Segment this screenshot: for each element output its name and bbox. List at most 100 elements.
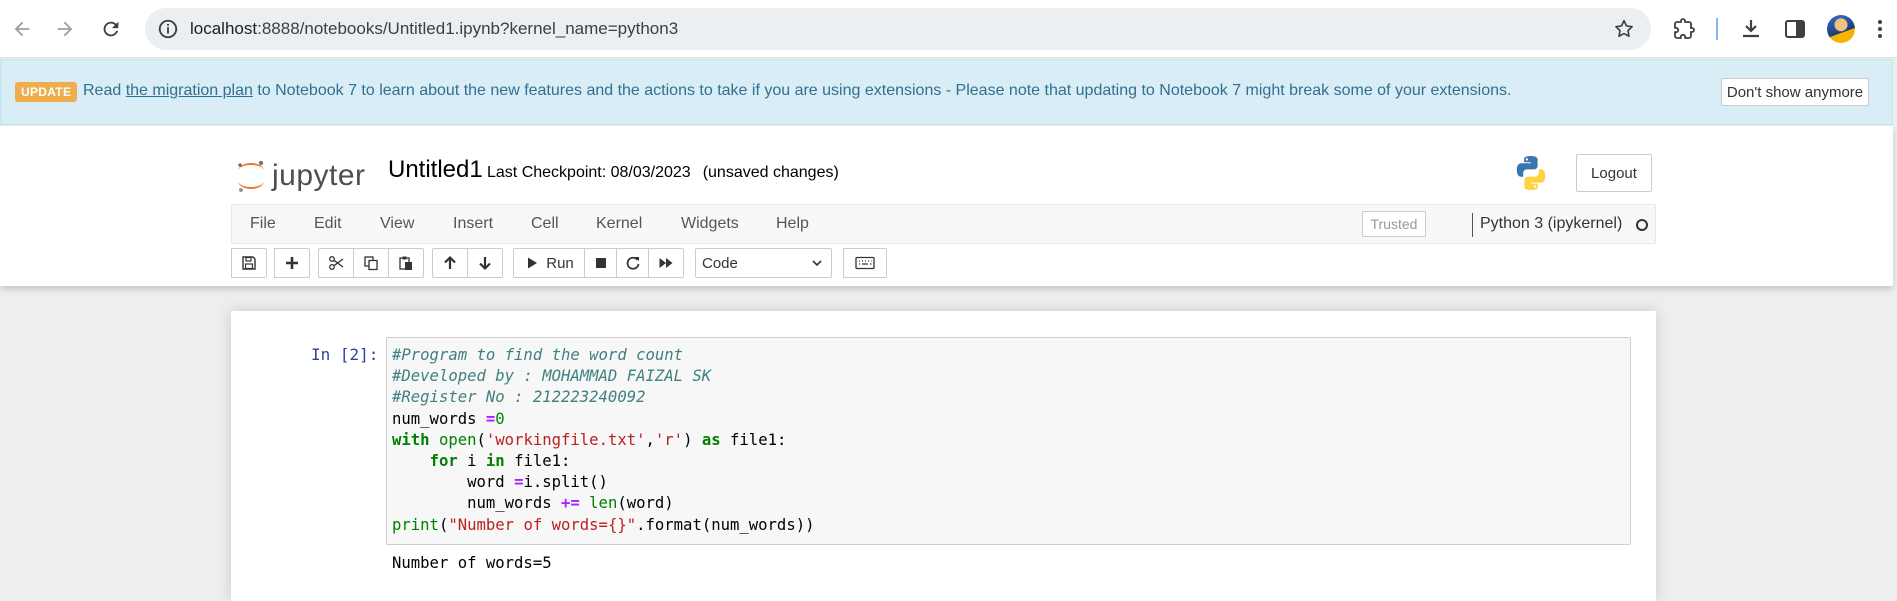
- dont-show-anymore-button[interactable]: Don't show anymore: [1721, 78, 1869, 106]
- cell-input-prompt: In [2]:: [311, 345, 379, 364]
- move-up-button[interactable]: [432, 248, 468, 278]
- side-panel-button[interactable]: [1781, 15, 1809, 43]
- jupyter-logo-text: jupyter: [272, 159, 366, 192]
- run-label: Run: [546, 254, 574, 272]
- chevron-down-icon: [812, 260, 822, 267]
- python-logo-icon: [1516, 156, 1546, 190]
- code-line: #Register No : 212223240092: [392, 388, 646, 407]
- downloads-button[interactable]: [1737, 15, 1765, 43]
- code-line: with open('workingfile.txt','r') as file…: [392, 430, 787, 449]
- notebook-header: jupyter Untitled1 Last Checkpoint: 08/03…: [0, 126, 1893, 286]
- insert-cell-button[interactable]: [274, 248, 310, 278]
- forward-arrow-icon: [57, 21, 73, 37]
- toolbar-divider: [1716, 18, 1718, 40]
- move-down-button[interactable]: [467, 248, 503, 278]
- code-line: word =i.split(): [392, 473, 608, 492]
- run-group: Run: [513, 248, 684, 278]
- menu-bar: File Edit View Insert Cell Kernel Widget…: [231, 204, 1656, 244]
- browser-menu-button[interactable]: [1866, 15, 1894, 43]
- back-button[interactable]: [7, 14, 37, 44]
- menu-insert[interactable]: Insert: [453, 215, 493, 233]
- code-content[interactable]: #Program to find the word count #Develop…: [392, 345, 815, 536]
- reload-button[interactable]: [96, 14, 126, 44]
- url-host: localhost: [190, 19, 258, 38]
- menu-kernel[interactable]: Kernel: [596, 215, 642, 233]
- puzzle-icon: [1674, 18, 1695, 39]
- url-text: localhost:8888/notebooks/Untitled1.ipynb…: [190, 19, 678, 39]
- kebab-menu-icon: [1878, 20, 1882, 38]
- code-line: #Developed by : MOHAMMAD FAIZAL SK: [392, 367, 712, 386]
- back-arrow-icon: [14, 21, 30, 37]
- notebook-name[interactable]: Untitled1: [388, 156, 483, 184]
- code-cell-editor[interactable]: #Program to find the word count #Develop…: [386, 337, 1631, 545]
- checkpoint-status: Last Checkpoint: 08/03/2023 (unsaved chan…: [487, 164, 839, 182]
- keyboard-group: [843, 248, 887, 278]
- unsaved-changes: (unsaved changes): [702, 164, 839, 181]
- bookmark-star-icon[interactable]: [1613, 18, 1635, 40]
- menu-widgets[interactable]: Widgets: [681, 215, 739, 233]
- save-group: [231, 248, 267, 278]
- insert-group: [274, 248, 310, 278]
- edit-group: [318, 248, 424, 278]
- extensions-button[interactable]: [1670, 15, 1698, 43]
- interrupt-button[interactable]: [584, 248, 617, 278]
- run-button[interactable]: Run: [513, 248, 585, 278]
- banner-message: Read the migration plan to Notebook 7 to…: [83, 82, 1511, 100]
- kernel-name[interactable]: Python 3 (ipykernel): [1480, 215, 1622, 233]
- cell-type-select[interactable]: Code: [695, 248, 832, 278]
- update-banner: UPDATE Read the migration plan to Notebo…: [0, 59, 1893, 125]
- arrow-up-icon: [444, 255, 456, 269]
- site-info-icon[interactable]: [157, 18, 179, 40]
- keyboard-icon: [855, 256, 875, 270]
- cut-button[interactable]: [318, 248, 354, 278]
- arrow-down-icon: [479, 257, 491, 271]
- last-checkpoint: Last Checkpoint: 08/03/2023: [487, 164, 691, 181]
- code-line: #Program to find the word count: [392, 346, 684, 364]
- url-path: :8888/notebooks/Untitled1.ipynb?kernel_n…: [257, 19, 679, 38]
- code-line: num_words += len(word): [392, 494, 674, 513]
- jupyter-logo-icon: [238, 160, 264, 192]
- command-palette-button[interactable]: [843, 248, 887, 278]
- address-bar[interactable]: localhost:8888/notebooks/Untitled1.ipynb…: [145, 8, 1651, 50]
- menu-view[interactable]: View: [380, 215, 414, 233]
- side-panel-icon: [1785, 20, 1805, 38]
- plus-icon: [286, 257, 298, 269]
- restart-run-all-button[interactable]: [648, 248, 684, 278]
- menu-cell[interactable]: Cell: [531, 215, 559, 233]
- fast-forward-icon: [659, 258, 673, 268]
- paste-icon: [399, 256, 412, 270]
- banner-text-after: to Notebook 7 to learn about the new fea…: [252, 82, 1512, 99]
- cell-type-value: Code: [702, 254, 738, 272]
- browser-toolbar: localhost:8888/notebooks/Untitled1.ipynb…: [0, 0, 1897, 58]
- kernel-idle-indicator: [1636, 219, 1648, 231]
- menu-edit[interactable]: Edit: [314, 215, 342, 233]
- download-icon: [1743, 20, 1759, 38]
- code-line: num_words =0: [392, 409, 505, 428]
- jupyter-logo[interactable]: jupyter: [236, 156, 366, 196]
- code-line: print("Number of words={}".format(num_wo…: [392, 515, 815, 534]
- logout-button[interactable]: Logout: [1576, 154, 1652, 192]
- notebook-container: In [2]: #Program to find the word count …: [231, 311, 1656, 601]
- reload-icon: [103, 21, 119, 37]
- kernel-divider: [1472, 213, 1473, 237]
- copy-button[interactable]: [353, 248, 389, 278]
- banner-text-before: Read: [83, 82, 126, 99]
- play-icon: [528, 257, 538, 269]
- profile-avatar[interactable]: [1827, 15, 1855, 43]
- menu-file[interactable]: File: [250, 215, 276, 233]
- copy-icon: [364, 256, 378, 271]
- scissors-icon: [329, 256, 344, 270]
- restart-button[interactable]: [616, 248, 649, 278]
- cell-output: Number of words=5: [392, 554, 552, 572]
- migration-plan-link[interactable]: the migration plan: [126, 82, 253, 99]
- code-line: for i in file1:: [429, 452, 571, 471]
- forward-button[interactable]: [50, 14, 80, 44]
- paste-button[interactable]: [388, 248, 424, 278]
- save-button[interactable]: [231, 248, 267, 278]
- trusted-indicator[interactable]: Trusted: [1362, 211, 1426, 237]
- move-group: [432, 248, 503, 278]
- save-icon: [242, 256, 256, 270]
- update-badge: UPDATE: [15, 82, 78, 102]
- menu-help[interactable]: Help: [776, 215, 809, 233]
- restart-icon: [626, 256, 639, 270]
